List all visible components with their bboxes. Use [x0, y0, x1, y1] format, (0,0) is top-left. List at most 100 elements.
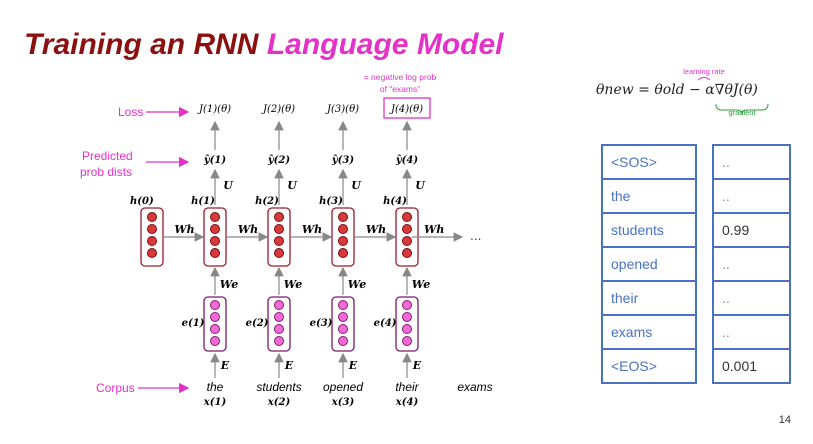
prob-row: ..	[712, 314, 791, 350]
weight-u: U	[287, 179, 298, 192]
learning-rate-label: learning rate	[683, 67, 725, 76]
vocab-token: their	[601, 280, 697, 316]
prob-row: 0.99	[712, 212, 791, 248]
hidden-neuron	[338, 248, 348, 258]
yhat-2: ŷ(2)	[267, 155, 291, 166]
embedding-neuron	[210, 312, 220, 322]
input-x-2: x(2)	[267, 397, 291, 408]
prob-value: 0.99	[712, 212, 791, 248]
hidden-neuron	[402, 248, 412, 258]
embedding-neuron	[210, 324, 220, 334]
vocab-token: the	[601, 178, 697, 214]
embedding-neuron	[210, 300, 220, 310]
prob-value: ..	[712, 280, 791, 316]
yhat-1: ŷ(1)	[203, 155, 227, 166]
embed-label-2: e(2)	[246, 318, 269, 329]
vocab-row: students	[601, 212, 697, 248]
embedding-neuron	[338, 312, 348, 322]
hidden-neuron	[210, 224, 220, 234]
prob-row: ..	[712, 144, 791, 180]
prob-row: 0.001	[712, 348, 791, 384]
corpus-word-4: their	[395, 380, 419, 394]
weight-e: E	[220, 359, 230, 372]
prob-value: ..	[712, 314, 791, 350]
vocab-row: their	[601, 280, 697, 316]
ellipsis: ...	[470, 229, 481, 243]
vocab-token: exams	[601, 314, 697, 350]
weight-e: E	[284, 359, 294, 372]
prob-value: 0.001	[712, 348, 791, 384]
embedding-neuron	[274, 312, 284, 322]
final-word-exams: exams	[457, 380, 492, 394]
hidden-label-2: h(2)	[255, 196, 279, 207]
weight-u: U	[415, 179, 426, 192]
vocab-row: <SOS>	[601, 144, 697, 180]
wh-label-final: Wh	[424, 223, 444, 236]
weight-we: We	[348, 278, 366, 291]
hidden-neuron	[402, 224, 412, 234]
hidden-label-1: h(1)	[191, 196, 215, 207]
weight-we: We	[412, 278, 430, 291]
corpus-word-3: opened	[323, 380, 363, 394]
gradient-label: gradient	[728, 108, 756, 117]
prob-row: ..	[712, 246, 791, 282]
vocab-table: <SOS> the students opened their exams <EOS>	[601, 144, 697, 384]
weight-wh: Wh	[302, 223, 322, 236]
embedding-neuron	[402, 324, 412, 334]
input-x-3: x(3)	[331, 397, 355, 408]
yhat-3: ŷ(3)	[331, 155, 355, 166]
vocab-row: the	[601, 178, 697, 214]
weight-wh: Wh	[238, 223, 258, 236]
weight-u: U	[351, 179, 362, 192]
hidden-neuron	[274, 236, 284, 246]
neg-log-prob-note-2: of “exams”	[380, 84, 420, 94]
hidden-neuron	[338, 212, 348, 222]
hidden-neuron	[210, 236, 220, 246]
hidden-neuron	[274, 212, 284, 222]
corpus-label: Corpus	[96, 381, 135, 395]
embedding-neuron	[338, 324, 348, 334]
weight-u: U	[223, 179, 234, 192]
update-formula: θnew = θold − α∇θJ(θ)	[596, 82, 758, 98]
embedding-neuron	[274, 324, 284, 334]
embedding-neuron	[210, 336, 220, 346]
weight-e: E	[412, 359, 422, 372]
hidden-neuron	[210, 248, 220, 258]
vocab-row: opened	[601, 246, 697, 282]
hidden-neuron	[210, 212, 220, 222]
loss-j2: J(2)(θ)	[261, 104, 295, 115]
weight-wh: Wh	[174, 223, 194, 236]
hidden-label-3: h(3)	[319, 196, 343, 207]
prob-value: ..	[712, 246, 791, 282]
weight-we: We	[284, 278, 302, 291]
vocab-row: <EOS>	[601, 348, 697, 384]
corpus-word-1: the	[207, 380, 224, 394]
hidden-neuron	[274, 224, 284, 234]
embedding-neuron	[338, 336, 348, 346]
vocab-token: <SOS>	[601, 144, 697, 180]
loss-j3: J(3)(θ)	[325, 104, 359, 115]
vocab-token: opened	[601, 246, 697, 282]
loss-label: Loss	[118, 105, 143, 119]
neg-log-prob-note-1: = negative log prob	[364, 72, 437, 82]
hidden-neuron	[274, 248, 284, 258]
weight-e: E	[348, 359, 358, 372]
vocab-token: <EOS>	[601, 348, 697, 384]
embedding-neuron	[274, 300, 284, 310]
hidden-neuron	[338, 236, 348, 246]
predicted-label-line1: Predicted	[82, 149, 133, 163]
hidden-neuron	[338, 224, 348, 234]
embedding-neuron	[402, 300, 412, 310]
input-x-1: x(1)	[203, 397, 227, 408]
weight-we: We	[220, 278, 238, 291]
loss-j4: J(4)(θ)	[389, 104, 423, 115]
vocab-row: exams	[601, 314, 697, 350]
slide-number: 14	[778, 414, 791, 426]
hidden-label-4: h(4)	[383, 196, 407, 207]
prob-row: ..	[712, 178, 791, 214]
embed-label-3: e(3)	[310, 318, 333, 329]
corpus-word-2: students	[256, 380, 301, 394]
embedding-neuron	[402, 336, 412, 346]
prob-value: ..	[712, 178, 791, 214]
hidden-neuron	[402, 236, 412, 246]
